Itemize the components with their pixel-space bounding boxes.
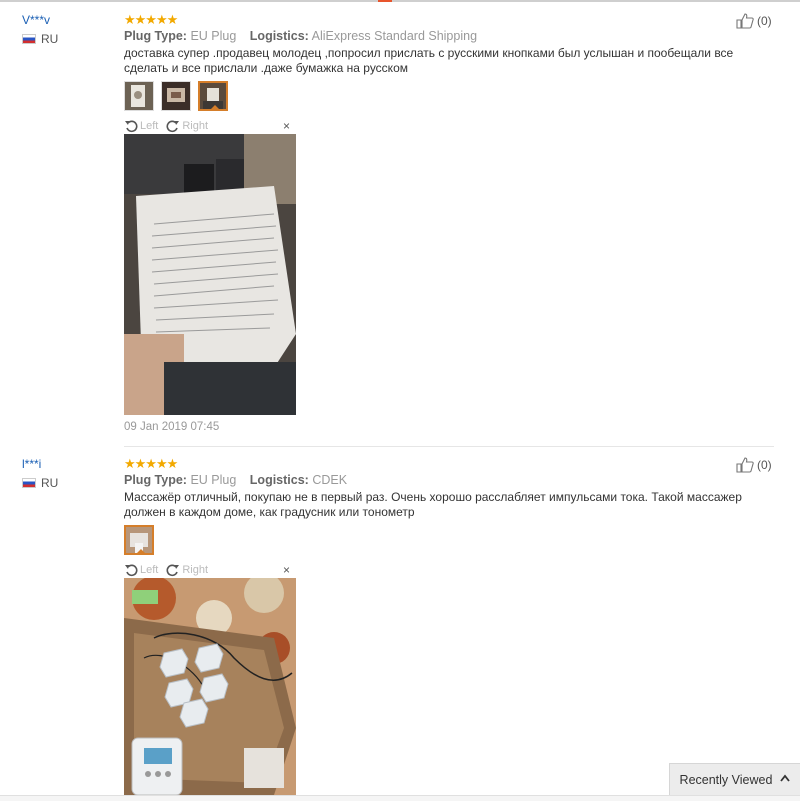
chevron-up-icon <box>780 774 791 785</box>
logistics-value: AliExpress Standard Shipping <box>311 29 478 43</box>
russia-flag-icon <box>22 34 36 44</box>
rotate-left-label: Left <box>140 120 159 132</box>
plug-type-value: EU Plug <box>190 473 237 487</box>
rotate-right-label: Right <box>182 564 209 576</box>
helpful-button[interactable]: (0) <box>736 13 772 29</box>
reviewer-name[interactable]: l***i <box>22 457 41 471</box>
reviewer-name[interactable]: V***v <box>22 13 50 27</box>
review-meta: Plug Type: EU Plug Logistics: AliExpress… <box>124 29 477 43</box>
review-text: доставка супер .продавец молодец ,попрос… <box>124 46 734 75</box>
plug-type-label: Plug Type: <box>124 473 187 487</box>
star-rating: ★★★★★ <box>124 456 178 471</box>
logistics-label: Logistics: <box>249 29 309 43</box>
photo-thumbnail-active[interactable] <box>124 525 154 555</box>
reviewer-country: RU <box>22 32 58 46</box>
plug-type-value: EU Plug <box>190 29 237 43</box>
close-viewer-icon[interactable]: × <box>283 563 290 577</box>
review-date: 09 Jan 2019 07:45 <box>124 421 220 433</box>
photo-thumbnails <box>124 525 154 555</box>
country-code: RU <box>41 476 59 490</box>
close-viewer-icon[interactable]: × <box>283 119 290 133</box>
thumbs-up-icon <box>736 13 754 29</box>
rotate-left-button[interactable]: Left <box>124 563 158 577</box>
logistics-label: Logistics: <box>249 473 309 487</box>
reviewer-country: RU <box>22 476 58 490</box>
helpful-count: (0) <box>757 458 772 472</box>
bottom-bar <box>0 795 800 801</box>
rotate-left-icon <box>125 120 138 133</box>
rotate-left-label: Left <box>140 564 159 576</box>
rotate-right-icon <box>166 564 180 577</box>
photo-thumbnail[interactable] <box>161 81 191 111</box>
photo-thumbnails <box>124 81 228 111</box>
review-photo-large[interactable] <box>124 134 296 415</box>
helpful-button[interactable]: (0) <box>736 457 772 473</box>
russia-flag-icon <box>22 478 36 488</box>
review-divider <box>124 446 774 447</box>
review-meta: Plug Type: EU Plug Logistics: CDEK <box>124 473 347 487</box>
rotate-right-label: Right <box>182 120 209 132</box>
logistics-value: CDEK <box>312 473 348 487</box>
rotate-right-icon <box>166 120 180 133</box>
star-rating: ★★★★★ <box>124 12 178 27</box>
thumbs-up-icon <box>736 457 754 473</box>
review-text: Массажёр отличный, покупаю не в первый р… <box>124 490 742 519</box>
recently-viewed-button[interactable]: Recently Viewed <box>669 763 800 795</box>
plug-type-label: Plug Type: <box>124 29 187 43</box>
helpful-count: (0) <box>757 14 772 28</box>
rotate-right-button[interactable]: Right <box>166 119 208 133</box>
photo-viewer-toolbar: Left Right × <box>124 118 296 134</box>
photo-thumbnail[interactable] <box>124 81 154 111</box>
rotate-left-icon <box>125 564 138 577</box>
recently-viewed-label: Recently Viewed <box>679 772 773 787</box>
rotate-left-button[interactable]: Left <box>124 119 158 133</box>
review-photo-large[interactable] <box>124 578 296 795</box>
rotate-right-button[interactable]: Right <box>166 563 208 577</box>
photo-viewer-toolbar: Left Right × <box>124 562 296 578</box>
photo-thumbnail-active[interactable] <box>198 81 228 111</box>
country-code: RU <box>41 32 59 46</box>
top-divider <box>0 0 800 2</box>
top-accent-mark <box>378 0 392 2</box>
